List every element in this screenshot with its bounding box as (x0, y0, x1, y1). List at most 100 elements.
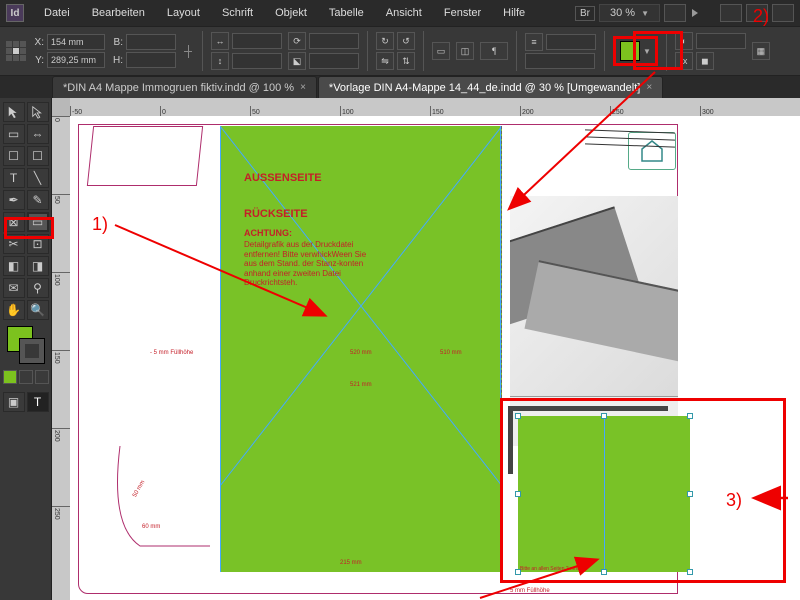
vertical-ruler[interactable]: 0 50 100 150 200 250 (52, 116, 70, 600)
diagonal-guides (220, 126, 501, 572)
y-input[interactable]: 289,25 mm (47, 52, 105, 68)
note-tool-icon[interactable]: ✉ (3, 278, 25, 298)
menu-bar: Id Datei Bearbeiten Layout Schrift Objek… (0, 0, 800, 26)
flip-v-icon[interactable]: ⇅ (397, 52, 415, 70)
flip-h-icon[interactable]: ⇋ (376, 52, 394, 70)
text-wrap-icon[interactable]: ▦ (752, 42, 770, 60)
zoom-level-dropdown[interactable]: 30 % ▼ (599, 4, 660, 22)
menu-objekt[interactable]: Objekt (265, 3, 317, 23)
selection-handles[interactable] (518, 416, 690, 572)
rotate-ccw-icon[interactable]: ↺ (397, 32, 415, 50)
scissors-tool-icon[interactable]: ✂ (3, 234, 25, 254)
menu-hilfe[interactable]: Hilfe (493, 3, 535, 23)
bridge-icon[interactable]: Br (575, 6, 595, 21)
chevron-down-icon: ▼ (643, 47, 651, 56)
paragraph-style-icon[interactable]: ¶ (480, 42, 508, 60)
sketch-drawing (585, 131, 675, 181)
opacity-input[interactable] (696, 33, 746, 49)
selection-tool-icon[interactable] (3, 102, 25, 122)
content-collector-icon[interactable]: ☐ (3, 146, 25, 166)
direct-selection-tool-icon[interactable] (27, 102, 49, 122)
chevron-down-icon: ▼ (641, 9, 649, 18)
document-tab[interactable]: *Vorlage DIN A4-Mappe 14_44_de.indd @ 30… (318, 76, 663, 98)
tab-label: *Vorlage DIN A4-Mappe 14_44_de.indd @ 30… (329, 82, 640, 94)
stroke-swatch-icon[interactable] (19, 338, 45, 364)
dim-label: 520 mm (350, 350, 372, 356)
document-workspace[interactable]: -50 0 50 100 150 200 250 300 0 50 100 15… (52, 98, 800, 600)
close-icon[interactable]: × (300, 82, 306, 93)
effects-icon[interactable]: fx (675, 52, 693, 70)
reference-point-grid[interactable] (6, 41, 26, 61)
menu-tabelle[interactable]: Tabelle (319, 3, 374, 23)
page-tool-icon[interactable]: ▭ (3, 124, 25, 144)
menu-bearbeiten[interactable]: Bearbeiten (82, 3, 155, 23)
document-tab[interactable]: *DIN A4 Mappe Immogruen fiktiv.indd @ 10… (52, 76, 317, 98)
menu-layout[interactable]: Layout (157, 3, 210, 23)
flap-curve (110, 436, 220, 566)
scale-x-icon: ↔ (211, 32, 229, 50)
content-fitting-icon[interactable]: ▭ (432, 42, 450, 60)
scale-x-input[interactable] (232, 33, 282, 49)
fill-stroke-swatches[interactable] (7, 326, 45, 364)
arrange-documents-icon[interactable] (772, 4, 794, 22)
content-placer-icon[interactable]: ☐ (27, 146, 49, 166)
rectangle-frame-tool-icon[interactable]: ⊠ (3, 212, 25, 232)
document-tabs: *DIN A4 Mappe Immogruen fiktiv.indd @ 10… (0, 76, 800, 98)
content-center-icon[interactable]: ◫ (456, 42, 474, 60)
heading-rueckseite: RÜCKSEITE (244, 208, 308, 220)
zoom-tool-icon[interactable]: 🔍 (27, 300, 49, 320)
rotate-icon: ⟳ (288, 32, 306, 50)
ruler-origin[interactable] (52, 98, 70, 116)
shear-icon: ⬕ (288, 52, 306, 70)
free-transform-tool-icon[interactable]: ⊡ (27, 234, 49, 254)
rotate-input[interactable] (309, 33, 359, 49)
apply-gradient-icon[interactable] (19, 370, 33, 384)
tools-panel: ▭ ⇔ ☐ ☐ T ╲ ✒ ✎ ⊠ ▭ ✂ ⊡ ◧ ◨ ✉ ⚲ (0, 98, 52, 600)
apply-color-icon[interactable] (3, 370, 17, 384)
pencil-tool-icon[interactable]: ✎ (27, 190, 49, 210)
w-label: B: (111, 37, 123, 48)
warning-body: Detailgrafik aus der Druckdatei entferne… (244, 240, 374, 288)
stroke-weight-input[interactable] (546, 34, 596, 50)
control-bar: X: 154 mm Y: 289,25 mm B: H: ↔ ↕ ⟳ ⬕ ↻↺ … (0, 26, 800, 76)
menu-ansicht[interactable]: Ansicht (376, 3, 432, 23)
eyedropper-tool-icon[interactable]: ⚲ (27, 278, 49, 298)
w-input[interactable] (126, 34, 176, 50)
menu-fenster[interactable]: Fenster (434, 3, 491, 23)
gradient-swatch-tool-icon[interactable]: ◧ (3, 256, 25, 276)
scale-y-input[interactable] (232, 53, 282, 69)
menu-datei[interactable]: Datei (34, 3, 80, 23)
workspace-switcher-icon[interactable] (664, 4, 686, 22)
pen-tool-icon[interactable]: ✒ (3, 190, 25, 210)
type-tool-icon[interactable]: T (3, 168, 25, 188)
view-options-icon[interactable] (720, 4, 742, 22)
fill-color-swatch[interactable]: ▼ (613, 36, 658, 66)
rectangle-tool-icon[interactable]: ▭ (27, 212, 49, 232)
close-icon[interactable]: × (646, 82, 652, 93)
gradient-feather-tool-icon[interactable]: ◨ (27, 256, 49, 276)
constrain-proportions-icon[interactable] (182, 45, 194, 58)
rotate-cw-icon[interactable]: ↻ (376, 32, 394, 50)
workspace-menu-icon[interactable] (692, 9, 698, 17)
horizontal-ruler[interactable]: -50 0 50 100 150 200 250 300 (70, 98, 800, 116)
zoom-value: 30 % (610, 7, 635, 19)
preview-view-icon[interactable]: T (27, 392, 49, 412)
dim-label: - 5 mm Füllhöhe (150, 350, 193, 356)
drop-shadow-icon[interactable]: ◼ (696, 52, 714, 70)
shear-input[interactable] (309, 53, 359, 69)
line-tool-icon[interactable]: ╲ (27, 168, 49, 188)
canvas[interactable]: AUSSENSEITE RÜCKSEITE ACHTUNG: Detailgra… (70, 116, 800, 600)
die-flap (87, 126, 203, 186)
menu-schrift[interactable]: Schrift (212, 3, 263, 23)
hand-tool-icon[interactable]: ✋ (3, 300, 25, 320)
gap-tool-icon[interactable]: ⇔ (27, 124, 49, 144)
small-note: Bitte an allen Seiten 2 mm (520, 566, 578, 572)
warning-title: ACHTUNG: (244, 228, 292, 238)
h-input[interactable] (126, 52, 176, 68)
stroke-style-dropdown[interactable] (525, 53, 595, 69)
h-label: H: (111, 55, 123, 66)
apply-none-icon[interactable] (35, 370, 49, 384)
x-input[interactable]: 154 mm (47, 34, 105, 50)
normal-view-icon[interactable]: ▣ (3, 392, 25, 412)
selected-rectangle[interactable] (518, 416, 690, 572)
